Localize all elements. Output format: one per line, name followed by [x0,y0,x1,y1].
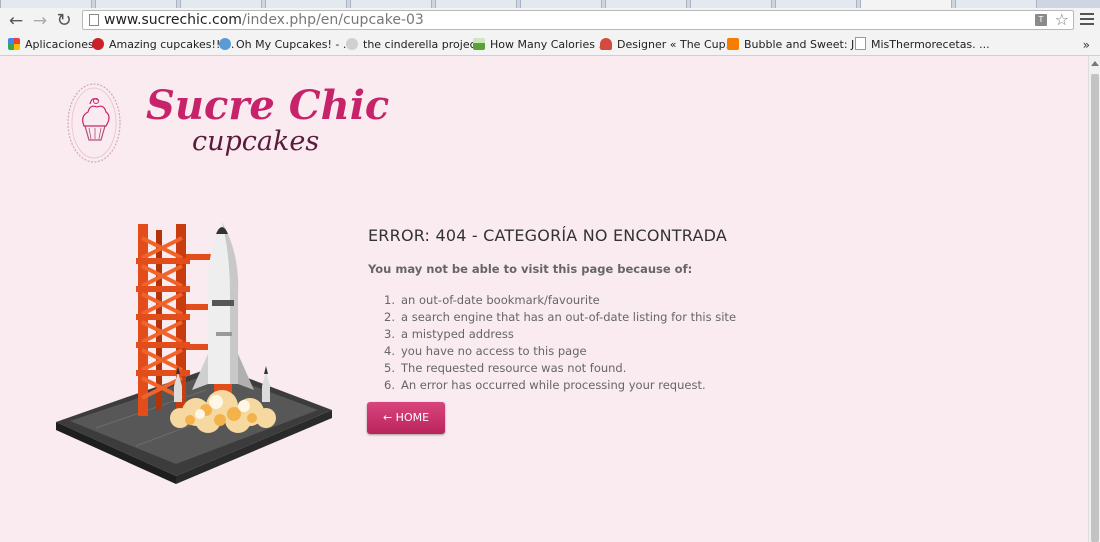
reload-icon[interactable]: ↻ [54,11,74,31]
bookmark-item[interactable]: Oh My Cupcakes! - ... [219,37,353,53]
bookmarks-overflow-chevron[interactable]: » [1083,37,1090,53]
browser-menu-icon[interactable] [1080,13,1094,28]
browser-tab[interactable] [520,0,602,8]
landscape-icon [473,38,485,50]
url-path: /index.php/en/cupcake-03 [241,12,424,28]
page-icon [89,14,99,26]
list-item: 6. An error has occurred while processing… [384,378,706,392]
browser-toolbar: ← → ↻ www.sucrechic.com/index.php/en/cup… [0,8,1100,34]
bookmark-item[interactable]: Designer « The Cup... [600,37,736,53]
url-host: www.sucrechic.com [104,12,242,28]
bookmark-item[interactable]: the cinderella projec... [346,37,486,53]
browser-tab[interactable] [435,0,517,8]
error-lead-text: You may not be able to visit this page b… [368,262,693,276]
browser-tab[interactable] [0,0,92,8]
list-item: 1. an out-of-date bookmark/favourite [384,293,600,307]
bookmark-star-icon[interactable]: ☆ [1055,11,1069,29]
blogger-icon [727,38,739,50]
browser-tab[interactable] [775,0,857,8]
browser-tab[interactable] [180,0,262,8]
bookmark-item[interactable]: Amazing cupcakes!! ... [92,37,234,53]
scrollbar-thumb[interactable] [1091,74,1099,542]
tab-strip [0,0,1100,8]
pinterest-icon [92,38,104,50]
home-button[interactable]: ← HOME [367,402,445,434]
logo-title: Sucre Chic [146,82,390,129]
apps-grid-icon [8,38,20,50]
bookmarks-bar: Aplicaciones Amazing cupcakes!! ... Oh M… [0,34,1100,56]
browser-tab[interactable] [95,0,177,8]
translate-icon[interactable]: T [1035,14,1047,26]
error-reasons-list: 1. an out-of-date bookmark/favourite 2. a … [384,292,736,394]
page-scrollbar[interactable] [1088,56,1100,542]
blog-globe-icon [219,38,231,50]
heart-icon [346,38,358,50]
browser-tab[interactable] [605,0,687,8]
logo-subtitle: cupcakes [192,126,320,157]
list-item: 2. a search engine that has an out-of-dat… [384,310,737,324]
bookmark-item[interactable]: MisThermorecetas. ... [855,37,990,53]
browser-tab[interactable] [690,0,772,8]
url-text[interactable]: www.sucrechic.com/index.php/en/cupcake-0… [104,12,424,29]
browser-tab[interactable] [955,0,1037,8]
scroll-up-arrow-icon[interactable] [1091,61,1099,66]
cupcake-icon [600,38,612,50]
browser-tab-active[interactable] [860,0,952,8]
back-arrow-icon[interactable]: ← [6,11,26,31]
list-item: 4. you have no access to this page [384,344,587,358]
forward-arrow-icon[interactable]: → [30,11,50,31]
address-bar[interactable]: www.sucrechic.com/index.php/en/cupcake-0… [82,10,1074,30]
bookmark-item[interactable]: How Many Calories ... [473,37,609,53]
page-icon [855,37,866,50]
error-title: ERROR: 404 - CATEGORÍA NO ENCONTRADA [368,226,727,245]
rocket-launch-illustration [56,222,332,484]
cupcake-logo-icon[interactable] [66,82,122,164]
browser-tab[interactable] [350,0,432,8]
list-item: 5. The requested resource was not found. [384,361,627,375]
bookmark-item[interactable]: Aplicaciones [8,37,94,53]
list-item: 3. a mistyped address [384,327,514,341]
bookmark-item[interactable]: Bubble and Sweet: J... [727,37,865,53]
browser-tab[interactable] [265,0,347,8]
